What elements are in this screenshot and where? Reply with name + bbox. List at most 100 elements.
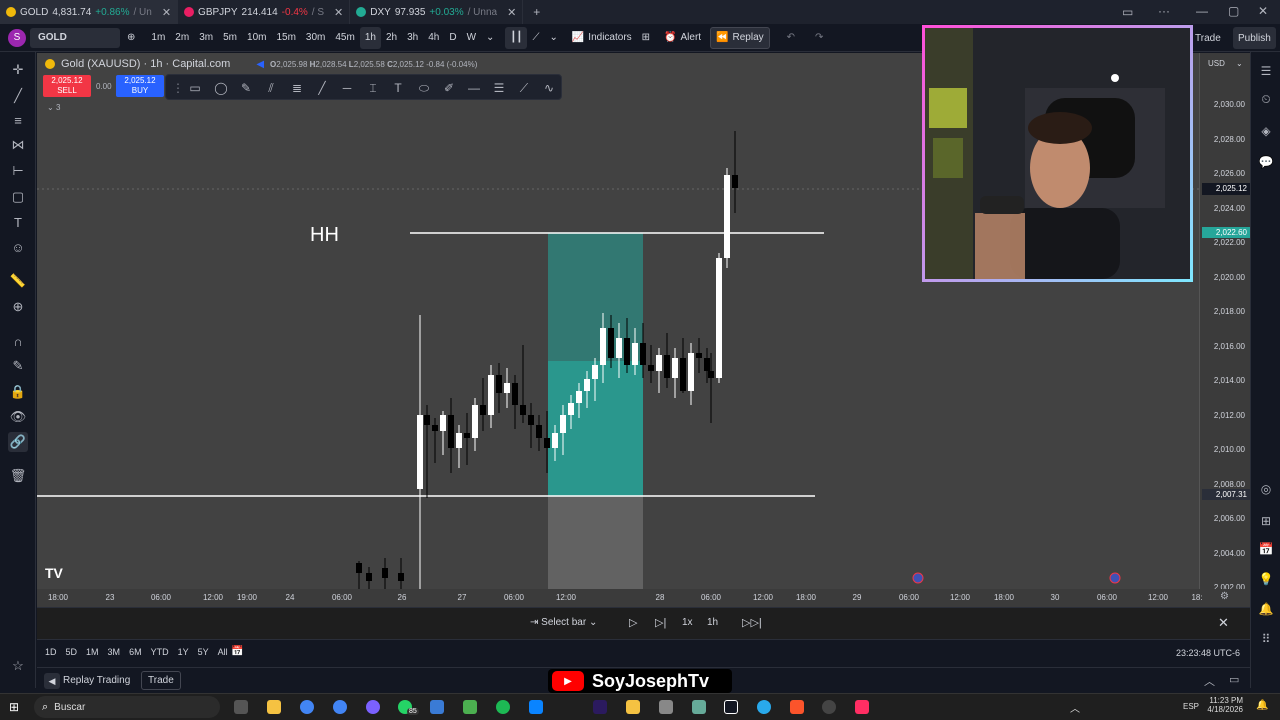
interval-1m[interactable]: 1m bbox=[146, 27, 170, 49]
interval-d[interactable]: D bbox=[444, 27, 461, 49]
interval-3h[interactable]: 3h bbox=[402, 27, 423, 49]
app-icon[interactable] bbox=[366, 700, 380, 714]
emoji-icon[interactable]: ☺ bbox=[8, 237, 28, 257]
forecast-icon[interactable]: ⊢ bbox=[8, 161, 28, 181]
grid-icon[interactable]: ⊞ bbox=[1257, 512, 1275, 530]
notifications-icon[interactable]: 🔔 bbox=[1256, 700, 1268, 711]
circle-icon[interactable]: ◯ bbox=[212, 79, 230, 97]
interval-4h[interactable]: 4h bbox=[423, 27, 444, 49]
trade-button[interactable]: Trade bbox=[1190, 27, 1226, 49]
lines-icon[interactable]: ☰ bbox=[490, 79, 508, 97]
chevron-up-icon[interactable]: ︿ bbox=[1070, 700, 1080, 715]
line-chart-icon[interactable]: ⟋ bbox=[527, 27, 544, 49]
close-replay-icon[interactable]: ✕ bbox=[1218, 615, 1229, 631]
buy-button[interactable]: 2,025.12 BUY bbox=[116, 75, 164, 97]
minimize-icon[interactable]: — bbox=[1196, 4, 1208, 18]
tab-dxy[interactable]: DXY 97.935 +0.03% / Unna ✕ bbox=[350, 0, 524, 24]
tiktok-icon[interactable] bbox=[855, 700, 869, 714]
interval-30m[interactable]: 30m bbox=[301, 27, 330, 49]
language-indicator[interactable]: ESP bbox=[1183, 702, 1199, 711]
sell-button[interactable]: 2,025.12 SELL bbox=[43, 75, 91, 97]
bell-icon[interactable]: 🔔 bbox=[1257, 600, 1275, 618]
screen-icon[interactable]: ▭ bbox=[1122, 5, 1133, 19]
tradingview-logo[interactable]: TV bbox=[45, 565, 63, 581]
measure-icon[interactable]: ⌶ bbox=[364, 79, 382, 97]
clock-icon[interactable]: ⏲ bbox=[1257, 90, 1275, 108]
hh-annotation[interactable]: HH bbox=[310, 224, 339, 247]
range-all[interactable]: All bbox=[218, 647, 228, 657]
interval-2m[interactable]: 2m bbox=[170, 27, 194, 49]
ideas-icon[interactable]: 💡 bbox=[1257, 570, 1275, 588]
redo-icon[interactable]: ↷ bbox=[810, 27, 828, 49]
zoom-icon[interactable]: ⊕ bbox=[8, 297, 28, 317]
fib-retracement-icon[interactable]: ≣ bbox=[288, 79, 306, 97]
forward-icon[interactable]: ▷| bbox=[655, 616, 666, 629]
text-tool-icon[interactable]: T bbox=[389, 79, 407, 97]
interval-w[interactable]: W bbox=[462, 27, 481, 49]
trendline-icon[interactable]: ╱ bbox=[8, 86, 28, 106]
interval-1h[interactable]: 1h bbox=[359, 26, 381, 49]
apps-icon[interactable]: ⠿ bbox=[1257, 630, 1275, 648]
app-icon[interactable] bbox=[822, 700, 836, 714]
indicators-button[interactable]: 📈 Indicators bbox=[567, 27, 637, 49]
chevron-up-icon[interactable]: ︿ bbox=[1204, 673, 1215, 689]
interval-3m[interactable]: 3m bbox=[194, 27, 218, 49]
premiere-icon[interactable] bbox=[593, 700, 607, 714]
taskbar-search[interactable]: ⌕ Buscar bbox=[34, 696, 220, 718]
taskbar-clock[interactable]: 11:23 PM 4/18/2026 bbox=[1203, 696, 1243, 714]
interval-15m[interactable]: 15m bbox=[271, 27, 300, 49]
calendar-icon[interactable]: 📅 bbox=[1257, 540, 1275, 558]
layers-icon[interactable]: ◈ bbox=[1257, 122, 1275, 140]
text-icon[interactable]: T bbox=[8, 212, 28, 232]
chrome-icon[interactable] bbox=[333, 700, 347, 714]
minecraft-icon[interactable] bbox=[463, 700, 477, 714]
calendar-range-icon[interactable]: 📅 bbox=[231, 646, 243, 657]
close-icon[interactable]: ✕ bbox=[507, 6, 516, 19]
select-bar-button[interactable]: ⇥ Select bar ⌄ bbox=[530, 617, 597, 628]
interval-2h[interactable]: 2h bbox=[381, 27, 402, 49]
range-3m[interactable]: 3M bbox=[108, 647, 121, 657]
new-tab-icon[interactable]: + bbox=[533, 5, 540, 19]
task-view-icon[interactable] bbox=[234, 700, 248, 714]
layouts-icon[interactable]: ⊞ bbox=[637, 27, 655, 49]
brush-icon[interactable]: ✎ bbox=[237, 79, 255, 97]
close-icon[interactable]: ✕ bbox=[162, 6, 171, 19]
timezone-clock[interactable]: 23:23:48 UTC-6 bbox=[1176, 648, 1240, 658]
indicators-toggle[interactable]: ⌄ 3 bbox=[47, 103, 60, 112]
tab-gbpjpy[interactable]: GBPJPY 214.414 -0.4% / S ✕ bbox=[178, 0, 351, 24]
lock-icon[interactable]: 🔒 bbox=[8, 382, 28, 402]
file-explorer-icon[interactable] bbox=[267, 700, 281, 714]
speed-button[interactable]: 1x bbox=[682, 617, 693, 628]
avatar[interactable]: S bbox=[8, 28, 26, 47]
parallel-channel-icon[interactable]: ⫽ bbox=[262, 79, 280, 97]
chevron-down-icon[interactable]: ⌄ bbox=[1236, 59, 1243, 68]
range-1m[interactable]: 1M bbox=[86, 647, 99, 657]
shapes-icon[interactable]: ▢ bbox=[8, 187, 28, 207]
range-1y[interactable]: 1Y bbox=[178, 647, 189, 657]
replay-trading-tab[interactable]: Replay Trading bbox=[63, 675, 130, 686]
pattern-icon[interactable]: ⋈ bbox=[8, 135, 28, 155]
publish-button[interactable]: Publish bbox=[1233, 27, 1276, 49]
interval-5m[interactable]: 5m bbox=[218, 27, 242, 49]
play-icon[interactable]: ▷ bbox=[629, 616, 637, 629]
more-icon[interactable]: ··· bbox=[1158, 4, 1170, 18]
tradingview-icon[interactable] bbox=[724, 700, 738, 714]
time-axis[interactable]: 18:00 23 06:00 12:00 19:00 24 06:00 26 27 06:00 12… bbox=[37, 589, 1250, 607]
chrome-icon[interactable] bbox=[300, 700, 314, 714]
path-icon[interactable]: ∿ bbox=[540, 79, 558, 97]
maximize-panel-icon[interactable]: ▭ bbox=[1229, 673, 1239, 686]
replay-button[interactable]: ⏪ Replay bbox=[710, 26, 770, 49]
range-1d[interactable]: 1D bbox=[45, 647, 57, 657]
lock-drawing-icon[interactable]: ✎ bbox=[8, 356, 28, 376]
trash-icon[interactable]: 🗑 bbox=[8, 466, 28, 486]
ray-icon[interactable]: ⟋ bbox=[515, 79, 533, 97]
trade-tab[interactable]: Trade bbox=[141, 671, 181, 690]
undo-icon[interactable]: ↶ bbox=[782, 27, 800, 49]
app-icon[interactable] bbox=[430, 700, 444, 714]
jump-to-end-icon[interactable]: ▷▷| bbox=[742, 616, 762, 629]
window-close-icon[interactable]: ✕ bbox=[1258, 4, 1268, 18]
chevron-down-icon[interactable]: ⌄ bbox=[481, 27, 499, 49]
symbol-search[interactable]: GOLD bbox=[30, 27, 120, 48]
interval-10m[interactable]: 10m bbox=[242, 27, 271, 49]
app-icon[interactable] bbox=[529, 700, 543, 714]
